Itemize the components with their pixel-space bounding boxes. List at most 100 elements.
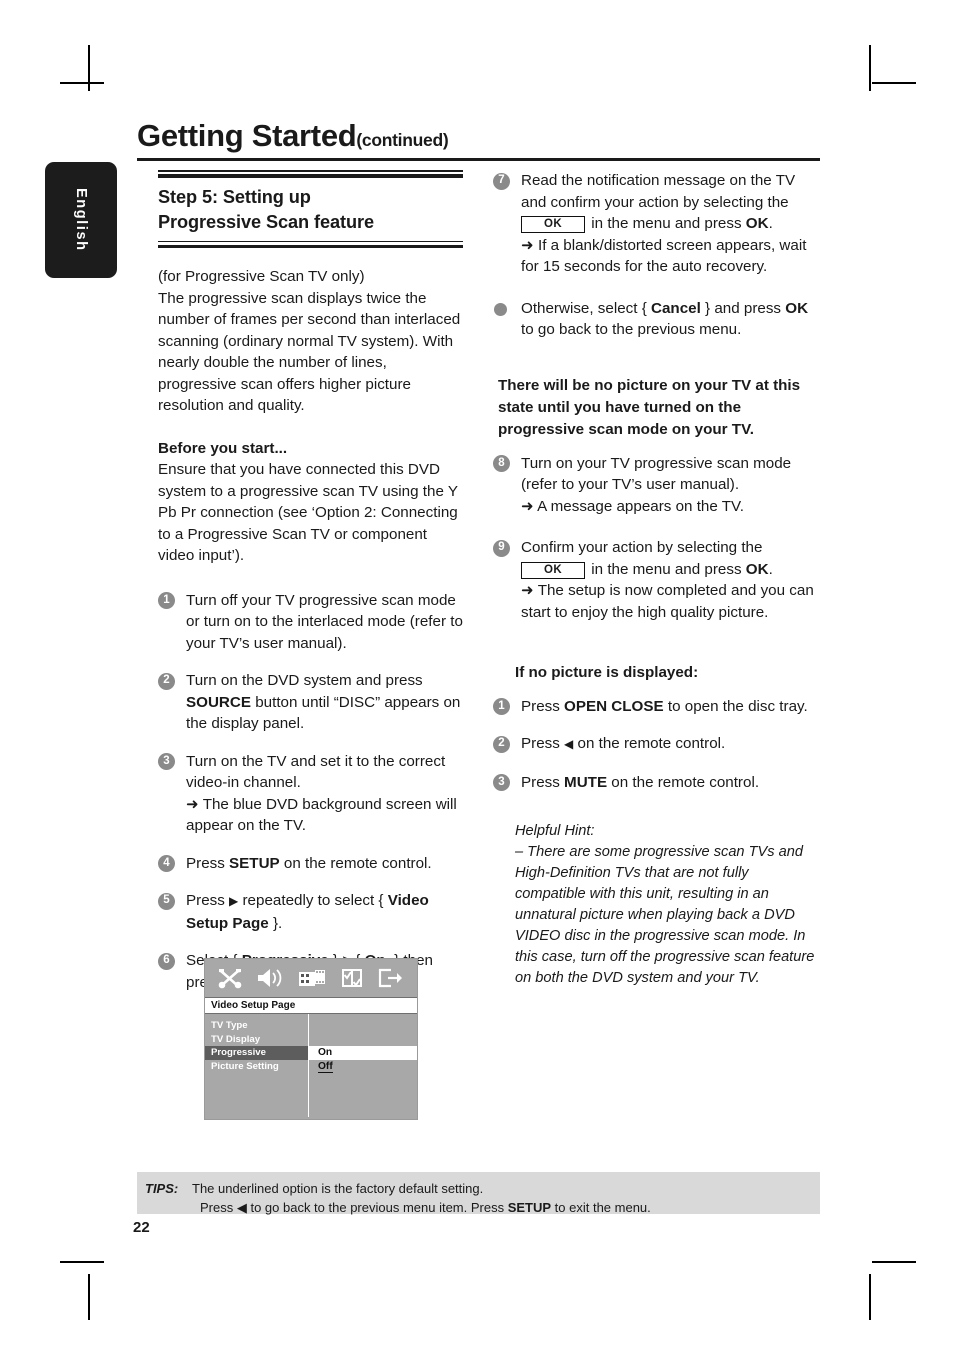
- step-2-text-a: Turn on the DVD system and press: [186, 672, 423, 690]
- step-1-text: Turn off your TV progressive scan mode o…: [186, 591, 463, 652]
- step-8-text: Turn on your TV progressive scan mode (r…: [521, 454, 792, 494]
- step-3-text: Turn on the TV and set it to the correct…: [186, 752, 446, 792]
- left-arrow-icon: ◀: [564, 737, 574, 751]
- section-heading-block: Step 5: Setting up Progressive Scan feat…: [158, 170, 463, 249]
- dvd-setup-menu-screenshot: Video Setup Page TV Type TV Display Prog…: [204, 958, 418, 1120]
- exit-setup-icon: [377, 967, 405, 989]
- crop-mark-bottom-right-horizontal: [872, 1261, 916, 1263]
- before-you-start-paragraph: Ensure that you have connected this DVD …: [158, 461, 458, 565]
- crop-mark-bottom-left-vertical: [88, 1274, 90, 1320]
- step-9-bold-ok: OK: [745, 560, 769, 578]
- before-you-start-heading: Before you start...: [158, 439, 288, 457]
- step-7-result: ➜ If a blank/distorted screen appears, w…: [521, 235, 823, 278]
- step-2-bold-source: SOURCE: [186, 693, 251, 711]
- tips-footer: TIPS: The underlined option is the factor…: [137, 1172, 820, 1217]
- result-arrow-icon: ➜: [186, 795, 199, 813]
- step-7-text-a: Read the notification message on the TV …: [521, 172, 796, 211]
- crop-mark-top-right-horizontal: [872, 82, 916, 84]
- step-7-text-c: .: [768, 215, 773, 232]
- osd-value-on[interactable]: On: [309, 1046, 417, 1060]
- np2-text-b: on the remote control.: [573, 735, 726, 752]
- step-8-result: ➜ A message appears on the TV.: [521, 496, 823, 518]
- page-title-continued: (continued): [356, 130, 449, 150]
- step-number-badge: 1: [493, 698, 510, 715]
- crop-mark-top-right-vertical: [869, 45, 871, 91]
- result-arrow-icon: ➜: [521, 236, 534, 254]
- osd-value-blank-2: [309, 1033, 417, 1047]
- step-number-badge: 7: [493, 172, 510, 190]
- np3-text-a: Press: [521, 773, 565, 791]
- result-arrow-icon: ➜: [521, 497, 534, 515]
- step-otherwise-bullet: Otherwise, select { Cancel } and press O…: [493, 298, 823, 341]
- step-7: 7 Read the notification message on the T…: [493, 170, 823, 278]
- no-picture-step-1: 1 Press OPEN CLOSE to open the disc tray…: [493, 696, 823, 718]
- step-3: 3 Turn on the TV and set it to the corre…: [158, 751, 463, 837]
- bullet-text-a: Otherwise, select {: [521, 299, 651, 317]
- left-column: Step 5: Setting up Progressive Scan feat…: [158, 170, 463, 1009]
- tips-text-2a: Press: [200, 1200, 237, 1215]
- np1-text-a: Press: [521, 697, 565, 715]
- video-setup-icon: [297, 967, 327, 989]
- manual-page: English Getting Started(continued) Step …: [0, 0, 954, 1347]
- page-number: 22: [133, 1219, 150, 1236]
- np1-text-b: to open the disc tray.: [663, 697, 808, 715]
- page-title: Getting Started(continued): [137, 118, 827, 154]
- left-arrow-icon: ◀: [236, 1200, 247, 1215]
- step-9-result-text: The setup is now completed and you can s…: [521, 582, 814, 621]
- osd-item-tv-display[interactable]: TV Display: [205, 1033, 308, 1047]
- right-column: 7 Read the notification message on the T…: [493, 170, 823, 989]
- tips-text-2c: to exit the menu.: [551, 1200, 651, 1215]
- result-arrow-icon: ➜: [521, 582, 534, 599]
- osd-value-off-text: Off: [318, 1060, 333, 1073]
- bullet-bold-cancel: Cancel: [651, 299, 701, 317]
- language-tab-label: English: [73, 188, 89, 252]
- title-underline-rule: [137, 158, 820, 161]
- osd-item-tv-type[interactable]: TV Type: [205, 1019, 308, 1033]
- warning-callout: There will be no picture on your TV at t…: [498, 376, 801, 438]
- step-3-result-text: The blue DVD background screen will appe…: [186, 795, 457, 835]
- page-title-main: Getting Started: [137, 118, 357, 153]
- helpful-hint-body: – There are some progressive scan TVs an…: [515, 844, 815, 986]
- no-picture-step-2: 2 Press ◀ on the remote control.: [493, 733, 823, 756]
- step-number-badge: 3: [158, 753, 175, 771]
- general-setup-icon: [217, 967, 243, 989]
- step-number-badge: 6: [158, 952, 175, 970]
- step-4: 4 Press SETUP on the remote control.: [158, 853, 463, 875]
- bullet-text-c: to go back to the previous menu.: [521, 321, 742, 338]
- step-number-badge: 1: [158, 592, 175, 610]
- tips-line-1: TIPS: The underlined option is the factor…: [145, 1179, 820, 1198]
- step-5-text-c: }.: [268, 914, 283, 932]
- helpful-hint-heading: Helpful Hint:: [515, 823, 595, 839]
- step-7-bold-ok: OK: [745, 215, 769, 232]
- step-7-result-text: If a blank/distorted screen appears, wai…: [521, 236, 807, 276]
- np3-text-b: on the remote control.: [607, 773, 760, 791]
- np1-bold-open-close: OPEN CLOSE: [564, 697, 664, 715]
- section-heading: Step 5: Setting up Progressive Scan feat…: [158, 178, 463, 241]
- step-number-badge: 2: [493, 735, 510, 753]
- section-heading-line2: Progressive Scan feature: [158, 211, 374, 232]
- crop-mark-bottom-left-horizontal: [60, 1261, 104, 1263]
- tips-line-2: Press ◀ to go back to the previous menu …: [145, 1198, 820, 1217]
- right-arrow-icon: ▶: [229, 894, 239, 909]
- crop-mark-top-left-vertical: [88, 45, 90, 91]
- tips-text-1: The underlined option is the factory def…: [192, 1181, 484, 1196]
- no-picture-heading: If no picture is displayed:: [515, 664, 699, 681]
- osd-menu-list: TV Type TV Display Progressive Picture S…: [205, 1014, 309, 1117]
- step-9: 9 Confirm your action by selecting the O…: [493, 537, 823, 623]
- tips-text-2b: to go back to the previous menu item. Pr…: [246, 1200, 508, 1215]
- osd-item-progressive[interactable]: Progressive: [205, 1046, 308, 1060]
- osd-body: TV Type TV Display Progressive Picture S…: [205, 1014, 417, 1117]
- step-5: 5 Press ▶ repeatedly to select { Video S…: [158, 890, 463, 934]
- step-number-badge: 5: [158, 892, 175, 910]
- step-2: 2 Turn on the DVD system and press SOURC…: [158, 670, 463, 735]
- bullet-text-b: } and press: [700, 299, 786, 317]
- crop-mark-top-left-horizontal: [60, 82, 104, 84]
- osd-icon-bar: [205, 959, 417, 997]
- step-4-text-b: on the remote control.: [279, 854, 432, 872]
- step-9-text-a: Confirm your action by selecting the: [521, 539, 763, 556]
- bullet-bold-ok: OK: [785, 299, 809, 317]
- helpful-hint: Helpful Hint: – There are some progressi…: [493, 821, 823, 989]
- step-number-badge: 9: [493, 539, 510, 557]
- osd-item-picture-setting[interactable]: Picture Setting: [205, 1060, 308, 1074]
- osd-value-off[interactable]: Off: [309, 1060, 417, 1074]
